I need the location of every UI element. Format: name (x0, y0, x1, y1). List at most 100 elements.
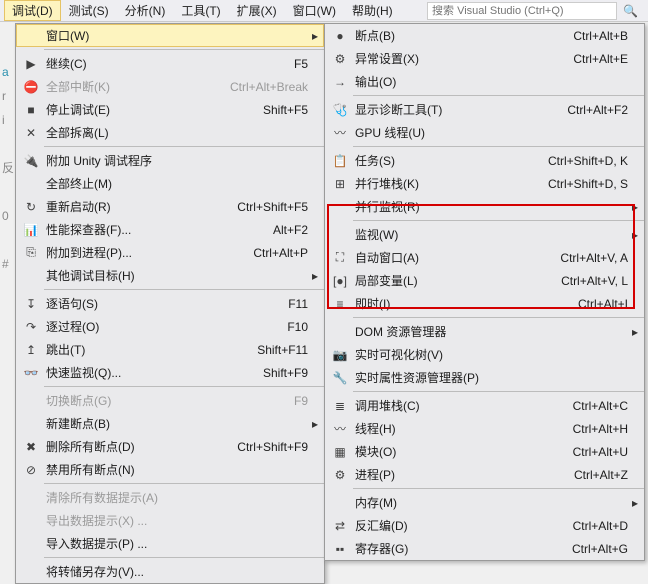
menu-label: 窗口(W) (42, 27, 308, 44)
menu-item[interactable]: ●断点(B)Ctrl+Alt+B (325, 24, 644, 47)
submenu-arrow-icon: ▸ (630, 228, 638, 242)
menu-icon: → (329, 75, 351, 89)
menu-label: 反汇编(D) (351, 517, 573, 534)
menu-help[interactable]: 帮助(H) (344, 0, 401, 21)
menu-shortcut: Ctrl+Shift+F9 (237, 440, 310, 454)
menu-item[interactable]: 🔌附加 Unity 调试程序 (16, 149, 324, 172)
menu-shortcut: Ctrl+Alt+V, L (561, 274, 630, 288)
menu-label: 断点(B) (351, 27, 573, 44)
menu-icon: 〰 (329, 420, 351, 437)
menu-icon: ⊞ (329, 177, 351, 191)
menu-shortcut: Ctrl+Alt+P (253, 246, 310, 260)
menu-icon: ⛔ (20, 80, 42, 94)
submenu-arrow-icon: ▸ (310, 29, 318, 43)
menu-item[interactable]: ⊞并行堆栈(K)Ctrl+Shift+D, S (325, 172, 644, 195)
menu-icon: ↥ (20, 343, 42, 357)
menu-debug[interactable]: 调试(D) (4, 0, 61, 21)
menu-label: 显示诊断工具(T) (351, 101, 567, 118)
menu-item[interactable]: ↻重新启动(R)Ctrl+Shift+F5 (16, 195, 324, 218)
search-box[interactable] (427, 2, 617, 20)
menu-tools[interactable]: 工具(T) (173, 0, 228, 21)
menu-item[interactable]: 导入数据提示(P) ... (16, 532, 324, 555)
menu-item[interactable]: ⊘禁用所有断点(N) (16, 458, 324, 481)
menu-icon: ⎘ (20, 245, 42, 260)
menu-shortcut: F11 (288, 297, 310, 311)
menu-item[interactable]: ⚙进程(P)Ctrl+Alt+Z (325, 463, 644, 486)
menu-label: 全部拆离(L) (42, 124, 308, 141)
menu-item[interactable]: 👓快速监视(Q)...Shift+F9 (16, 361, 324, 384)
menu-item[interactable]: ⛶自动窗口(A)Ctrl+Alt+V, A (325, 246, 644, 269)
menu-analyze[interactable]: 分析(N) (117, 0, 174, 21)
menu-icon: ● (329, 29, 351, 43)
menu-item[interactable]: 📋任务(S)Ctrl+Shift+D, K (325, 149, 644, 172)
menu-item[interactable]: 内存(M)▸ (325, 491, 644, 514)
menu-icon: 🔌 (20, 154, 42, 168)
menu-item[interactable]: ↷逐过程(O)F10 (16, 315, 324, 338)
menu-item[interactable]: ↥跳出(T)Shift+F11 (16, 338, 324, 361)
menu-label: 寄存器(G) (351, 540, 572, 557)
menu-icon: ✖ (20, 440, 42, 454)
menu-item[interactable]: 〰线程(H)Ctrl+Alt+H (325, 417, 644, 440)
menu-item[interactable]: ▪▪寄存器(G)Ctrl+Alt+G (325, 537, 644, 560)
menu-label: 禁用所有断点(N) (42, 461, 308, 478)
menu-label: 附加到进程(P)... (42, 244, 253, 261)
menu-label: 任务(S) (351, 152, 548, 169)
menu-test[interactable]: 测试(S) (61, 0, 117, 21)
menu-label: 其他调试目标(H) (42, 267, 308, 284)
menu-icon: ▦ (329, 445, 351, 459)
menu-item[interactable]: 〰GPU 线程(U) (325, 121, 644, 144)
menu-item[interactable]: 窗口(W)▸ (16, 24, 324, 47)
debug-menu: 窗口(W)▸▶继续(C)F5⛔全部中断(K)Ctrl+Alt+Break■停止调… (15, 23, 325, 584)
menu-item[interactable]: ≣调用堆栈(C)Ctrl+Alt+C (325, 394, 644, 417)
menu-label: 异常设置(X) (351, 50, 573, 67)
submenu-arrow-icon: ▸ (630, 325, 638, 339)
menu-item[interactable]: 🔧实时属性资源管理器(P) (325, 366, 644, 389)
menu-shortcut: Ctrl+Alt+H (573, 422, 630, 436)
menu-item[interactable]: ✖删除所有断点(D)Ctrl+Shift+F9 (16, 435, 324, 458)
search-icon[interactable]: 🔍 (617, 4, 644, 18)
menu-item[interactable]: 并行监视(R)▸ (325, 195, 644, 218)
menu-label: 监视(W) (351, 226, 628, 243)
menu-item[interactable]: →输出(O) (325, 70, 644, 93)
menu-item[interactable]: ✕全部拆离(L) (16, 121, 324, 144)
menu-item[interactable]: 📊性能探查器(F)...Alt+F2 (16, 218, 324, 241)
menu-shortcut: F10 (287, 320, 310, 334)
menu-item[interactable]: [●]局部变量(L)Ctrl+Alt+V, L (325, 269, 644, 292)
menu-extensions[interactable]: 扩展(X) (229, 0, 285, 21)
menu-item[interactable]: ⎘附加到进程(P)...Ctrl+Alt+P (16, 241, 324, 264)
menu-label: 全部中断(K) (42, 78, 230, 95)
menu-icon: 🔧 (329, 371, 351, 385)
menu-icon: ≣ (329, 399, 351, 413)
menu-item[interactable]: DOM 资源管理器▸ (325, 320, 644, 343)
menu-icon: ⇄ (329, 519, 351, 533)
menu-item[interactable]: 📷实时可视化树(V) (325, 343, 644, 366)
menu-label: 输出(O) (351, 73, 628, 90)
menu-item[interactable]: 监视(W)▸ (325, 223, 644, 246)
menu-item[interactable]: ⇄反汇编(D)Ctrl+Alt+D (325, 514, 644, 537)
menu-item[interactable]: ⚙异常设置(X)Ctrl+Alt+E (325, 47, 644, 70)
menu-label: 导入数据提示(P) ... (42, 535, 308, 552)
menu-item[interactable]: ▦模块(O)Ctrl+Alt+U (325, 440, 644, 463)
menu-item[interactable]: 全部终止(M) (16, 172, 324, 195)
menu-icon: 〰 (329, 124, 351, 141)
menu-item[interactable]: ≡即时(I)Ctrl+Alt+I (325, 292, 644, 315)
menu-icon: ⛶ (329, 250, 351, 265)
menu-label: 跳出(T) (42, 341, 257, 358)
menu-item[interactable]: 🩺显示诊断工具(T)Ctrl+Alt+F2 (325, 98, 644, 121)
menu-label: 逐语句(S) (42, 295, 288, 312)
menu-item[interactable]: 新建断点(B)▸ (16, 412, 324, 435)
menu-item[interactable]: 将转储另存为(V)... (16, 560, 324, 583)
search-input[interactable] (428, 5, 616, 17)
menu-item[interactable]: ↧逐语句(S)F11 (16, 292, 324, 315)
menu-label: 停止调试(E) (42, 101, 263, 118)
menu-item[interactable]: ■停止调试(E)Shift+F5 (16, 98, 324, 121)
submenu-arrow-icon: ▸ (310, 417, 318, 431)
submenu-arrow-icon: ▸ (630, 200, 638, 214)
menu-icon: 📷 (329, 348, 351, 362)
menu-item[interactable]: 其他调试目标(H)▸ (16, 264, 324, 287)
menu-label: 将转储另存为(V)... (42, 563, 308, 580)
menu-label: 调用堆栈(C) (351, 397, 573, 414)
menu-item[interactable]: ▶继续(C)F5 (16, 52, 324, 75)
menu-window[interactable]: 窗口(W) (285, 0, 344, 21)
window-submenu: ●断点(B)Ctrl+Alt+B⚙异常设置(X)Ctrl+Alt+E→输出(O)… (324, 23, 645, 561)
